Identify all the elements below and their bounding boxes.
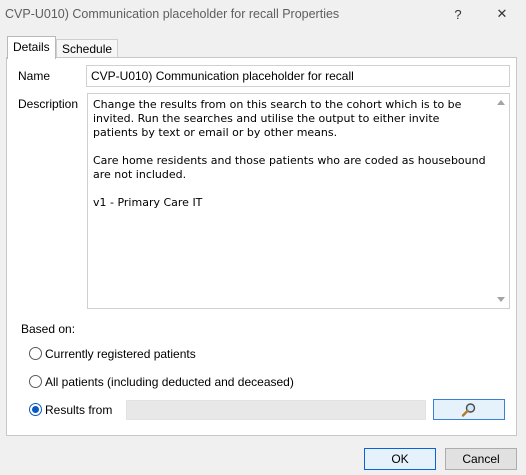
- based-on-label: Based on:: [21, 322, 76, 336]
- close-icon: ✕: [496, 6, 508, 21]
- name-field[interactable]: CVP-U010) Communication placeholder for …: [86, 65, 510, 87]
- scroll-up-icon[interactable]: [497, 100, 505, 105]
- radio-all-patients[interactable]: [29, 375, 42, 388]
- radio-currently-registered-label[interactable]: Currently registered patients: [45, 347, 196, 361]
- ok-button[interactable]: OK: [364, 448, 436, 470]
- tab-schedule[interactable]: Schedule: [56, 39, 119, 58]
- radio-all-patients-label[interactable]: All patients (including deducted and dec…: [45, 375, 294, 389]
- radio-results-from[interactable]: [29, 403, 42, 416]
- description-label: Description: [18, 97, 79, 111]
- help-icon: ?: [454, 6, 462, 22]
- description-text: Change the results from on this search t…: [93, 98, 486, 209]
- tab-details[interactable]: Details: [7, 36, 56, 59]
- name-label: Name: [18, 69, 51, 83]
- help-button[interactable]: ?: [438, 2, 478, 26]
- magnifier-icon: [461, 402, 476, 417]
- description-field[interactable]: Change the results from on this search t…: [87, 93, 510, 309]
- close-button[interactable]: ✕: [482, 2, 522, 26]
- radio-results-from-label[interactable]: Results from: [45, 403, 112, 417]
- results-from-field: [126, 400, 426, 420]
- search-button[interactable]: [433, 399, 505, 420]
- scroll-down-icon[interactable]: [497, 297, 505, 302]
- description-scrollbar[interactable]: [494, 94, 509, 308]
- radio-currently-registered[interactable]: [29, 347, 42, 360]
- cancel-button[interactable]: Cancel: [445, 448, 517, 470]
- title-bar: CVP-U010) Communication placeholder for …: [0, 0, 526, 28]
- window-title: CVP-U010) Communication placeholder for …: [5, 7, 340, 21]
